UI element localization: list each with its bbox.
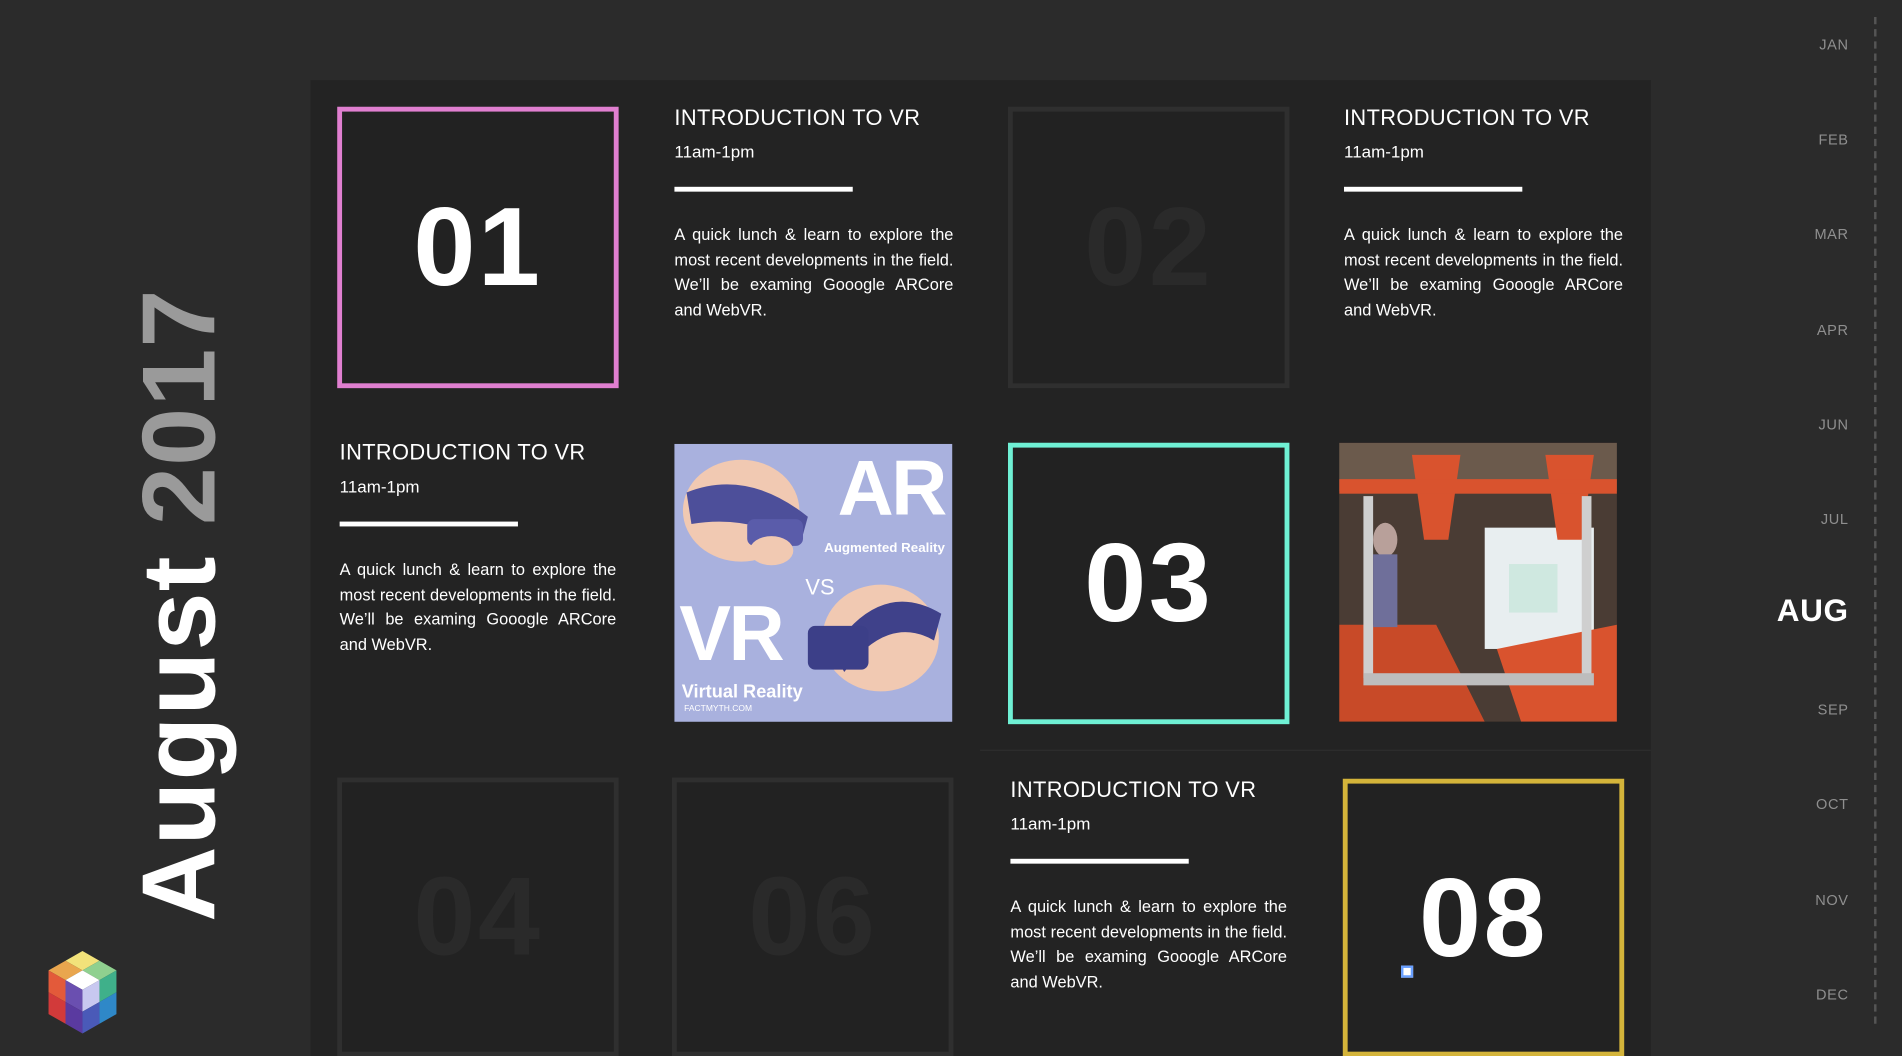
event-title: INTRODUCTION TO VR — [1344, 105, 1590, 130]
ar-caption: Augmented Reality — [824, 540, 945, 556]
event-divider — [339, 521, 518, 527]
month-mar[interactable]: MAR — [1814, 226, 1848, 243]
day-tile-03[interactable]: 03 — [1008, 442, 1290, 725]
month-apr[interactable]: APR — [1817, 321, 1849, 338]
month-title: August — [121, 555, 238, 922]
event-title: INTRODUCTION TO VR — [339, 440, 586, 465]
day-number: 06 — [748, 855, 878, 979]
page-title: August 2017 — [120, 288, 240, 922]
event-card[interactable]: INTRODUCTION TO VR 11am-1pm A quick lunc… — [674, 104, 953, 322]
day-number: 01 — [413, 185, 543, 310]
vs-label: VS — [805, 574, 835, 600]
day-tile-04[interactable]: 04 — [337, 777, 619, 1056]
calendar-page: August 2017 01 INTRODUCTION TO VR 11am-1… — [0, 0, 1902, 1056]
event-card[interactable]: INTRODUCTION TO VR 11am-1pm A quick lunc… — [1010, 776, 1287, 994]
day-tile-06[interactable]: 06 — [672, 777, 954, 1056]
vr-label: VR — [679, 589, 784, 677]
year-title: 2017 — [121, 288, 238, 526]
event-card[interactable]: INTRODUCTION TO VR 11am-1pm A quick lunc… — [1344, 104, 1623, 322]
event-time: 11am-1pm — [339, 476, 420, 497]
event-divider — [1344, 186, 1523, 192]
3d-printer-photo[interactable] — [1339, 442, 1617, 722]
month-nov[interactable]: NOV — [1815, 892, 1848, 909]
month-jun[interactable]: JUN — [1818, 416, 1848, 433]
event-description: A quick lunch & learn to explore the mos… — [339, 560, 617, 654]
timeline-line — [1874, 16, 1877, 1024]
event-divider — [1010, 858, 1189, 864]
month-jan[interactable]: JAN — [1819, 36, 1848, 53]
day-number: 08 — [1419, 855, 1548, 980]
event-description: A quick lunch & learn to explore the mos… — [1010, 897, 1287, 991]
month-aug-current[interactable]: AUG — [1777, 592, 1849, 630]
day-tile-02[interactable]: 02 — [1008, 106, 1290, 389]
month-sep[interactable]: SEP — [1818, 701, 1849, 718]
event-divider — [674, 186, 853, 192]
event-card[interactable]: INTRODUCTION TO VR 11am-1pm A quick lunc… — [339, 439, 617, 657]
month-jul[interactable]: JUL — [1821, 511, 1849, 528]
ar-vs-vr-image[interactable]: AR Augmented Reality VS VR Virtual Reali… — [674, 443, 953, 722]
day-tile-01[interactable]: 01 — [337, 106, 619, 389]
cube-logo-icon[interactable] — [44, 949, 122, 1036]
image-credit: FACTMYTH.COM — [684, 704, 753, 714]
month-oct[interactable]: OCT — [1816, 796, 1849, 813]
day-number: 03 — [1084, 521, 1214, 646]
day-number: 04 — [413, 855, 543, 979]
event-title: INTRODUCTION TO VR — [1010, 777, 1257, 802]
month-dec[interactable]: DEC — [1816, 986, 1849, 1003]
selection-handle[interactable] — [1401, 965, 1414, 978]
day-tile-08[interactable]: 08 — [1342, 778, 1625, 1056]
row-divider — [980, 749, 1651, 751]
month-feb[interactable]: FEB — [1818, 131, 1848, 148]
printer-photo-icon — [1339, 442, 1617, 722]
event-time: 11am-1pm — [1344, 141, 1424, 162]
vr-caption: Virtual Reality — [681, 681, 803, 703]
event-title: INTRODUCTION TO VR — [674, 105, 921, 130]
event-description: A quick lunch & learn to explore the mos… — [1344, 225, 1623, 319]
ar-label: AR — [837, 443, 948, 532]
event-time: 11am-1pm — [1010, 813, 1091, 834]
day-number: 02 — [1084, 185, 1214, 310]
event-time: 11am-1pm — [674, 141, 755, 162]
event-description: A quick lunch & learn to explore the mos… — [674, 225, 954, 319]
